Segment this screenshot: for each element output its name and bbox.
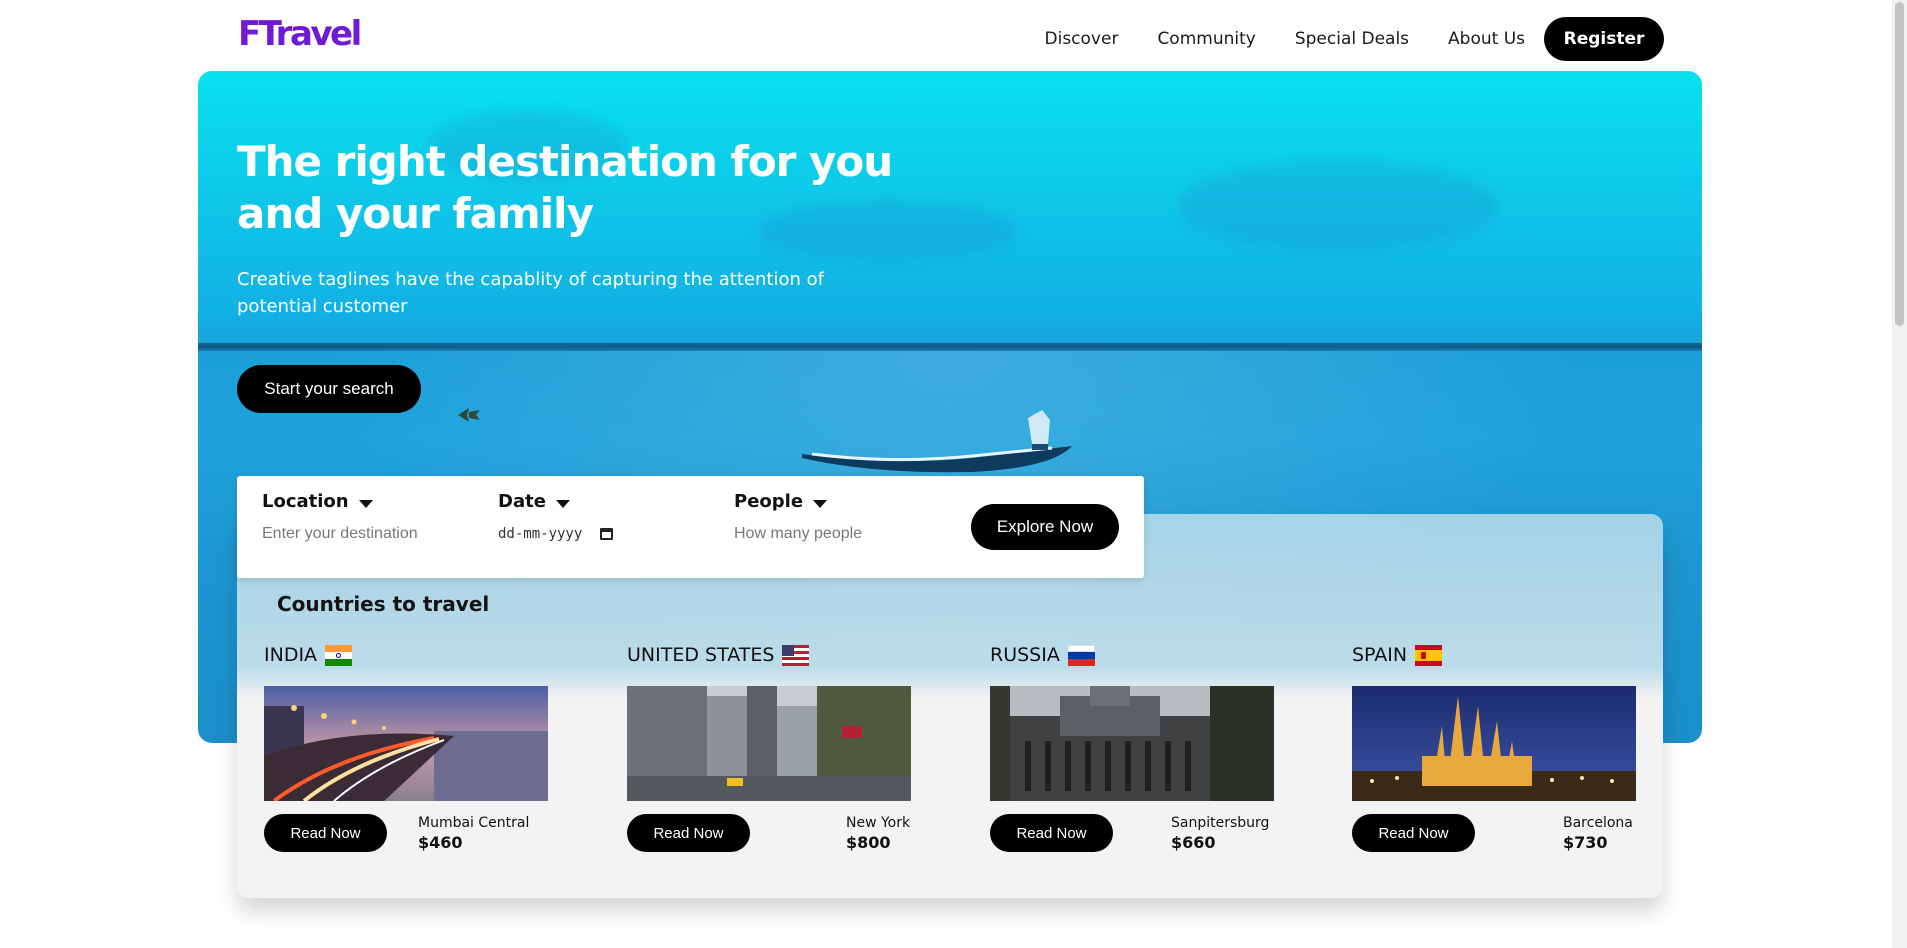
nav-discover[interactable]: Discover <box>1045 29 1119 49</box>
read-now-button[interactable]: Read Now <box>1352 814 1475 852</box>
country-card-russia: RUSSIA Read Now Sanpitersburg $660 <box>990 640 1274 855</box>
hero-tagline: Creative taglines have the capablity of … <box>237 269 824 317</box>
main-nav: Discover Community Special Deals About U… <box>1006 17 1664 61</box>
search-form: Location Date dd-mm-yyyy People Explore … <box>237 476 1144 578</box>
nav-community[interactable]: Community <box>1157 29 1255 49</box>
date-dropdown[interactable]: Date <box>498 491 570 512</box>
country-city: Barcelona <box>1563 815 1633 831</box>
people-label: People <box>734 491 804 512</box>
country-name: SPAIN <box>1352 644 1408 666</box>
country-price: $730 <box>1563 833 1608 852</box>
calendar-icon[interactable] <box>600 528 614 540</box>
country-photo <box>627 686 911 801</box>
explore-now-button[interactable]: Explore Now <box>971 504 1119 550</box>
country-city: New York <box>846 815 911 831</box>
logo[interactable]: FTravel <box>238 14 362 54</box>
page-scrollbar[interactable] <box>1892 0 1907 948</box>
bird-icon <box>458 408 480 422</box>
start-search-button[interactable]: Start your search <box>237 365 421 413</box>
usa-flag-icon <box>782 644 810 666</box>
country-city: Mumbai Central <box>418 815 530 831</box>
hero-title: The right destination for you and your f… <box>237 137 893 238</box>
country-name: UNITED STATES <box>627 644 775 666</box>
country-photo <box>1352 686 1636 801</box>
read-now-button[interactable]: Read Now <box>990 814 1113 852</box>
country-photo <box>990 686 1274 801</box>
boat-image <box>802 410 1072 473</box>
destination-input[interactable] <box>262 522 432 546</box>
location-dropdown[interactable]: Location <box>262 491 373 512</box>
caret-down-icon <box>813 499 828 508</box>
register-button[interactable]: Register <box>1544 17 1664 61</box>
people-input[interactable] <box>734 522 904 546</box>
location-label: Location <box>262 491 349 512</box>
countries-title: Countries to travel <box>277 592 490 616</box>
people-dropdown[interactable]: People <box>734 491 828 512</box>
country-city: Sanpitersburg <box>1171 815 1270 831</box>
read-now-button[interactable]: Read Now <box>627 814 750 852</box>
country-card-spain: SPAIN Read Now Barcelona $730 <box>1352 640 1636 855</box>
country-price: $460 <box>418 833 463 852</box>
date-input[interactable]: dd-mm-yyyy <box>498 522 638 546</box>
nav-special-deals[interactable]: Special Deals <box>1295 29 1409 49</box>
country-card-india: INDIA Read Now Mumbai Central $460 <box>264 640 548 855</box>
scrollbar-thumb[interactable] <box>1895 2 1904 326</box>
date-label: Date <box>498 491 546 512</box>
country-price: $800 <box>846 833 891 852</box>
russia-flag-icon <box>1067 644 1095 666</box>
country-name: RUSSIA <box>990 644 1060 666</box>
nav-about-us[interactable]: About Us <box>1448 29 1525 49</box>
caret-down-icon <box>555 499 570 508</box>
country-name: INDIA <box>264 644 318 666</box>
read-now-button[interactable]: Read Now <box>264 814 387 852</box>
country-photo <box>264 686 548 801</box>
spain-flag-icon <box>1415 644 1443 666</box>
caret-down-icon <box>358 499 373 508</box>
date-value: dd-mm-yyyy <box>498 526 583 542</box>
country-card-united-states: UNITED STATES Read Now New York $800 <box>627 640 911 855</box>
horizon-line <box>198 343 1702 351</box>
country-price: $660 <box>1171 833 1216 852</box>
india-flag-icon <box>325 644 353 666</box>
